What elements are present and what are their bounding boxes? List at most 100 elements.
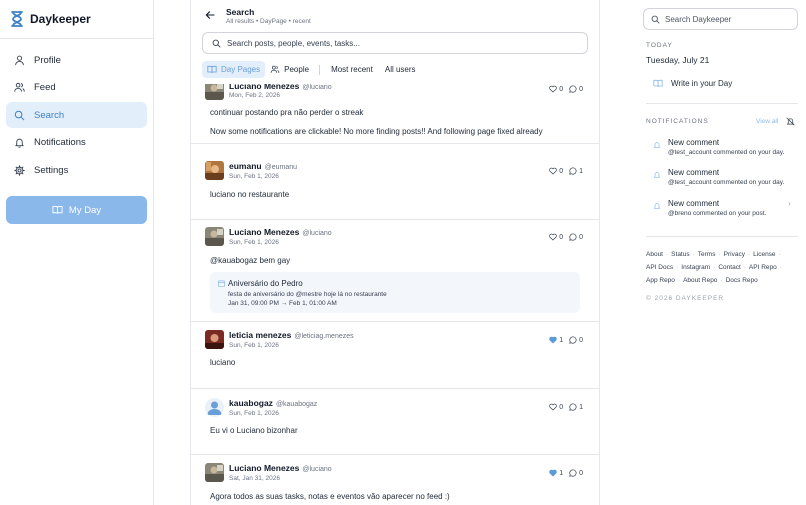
notification-item[interactable]: New comment @breno commented on your pos… bbox=[646, 199, 798, 227]
footer-link-privacy[interactable]: Privacy bbox=[724, 251, 745, 258]
post-stats: 1 0 bbox=[549, 469, 583, 477]
feed-header: Search All results • DayPage • recent Da… bbox=[191, 0, 599, 84]
tab-people[interactable]: People bbox=[265, 61, 314, 78]
sidebar-item-label: Settings bbox=[34, 164, 69, 176]
search-tabs: Day Pages People Most recent All users bbox=[202, 61, 422, 78]
heart-icon bbox=[549, 233, 557, 241]
comment-button[interactable]: 1 bbox=[569, 403, 583, 411]
comment-icon bbox=[569, 336, 577, 344]
notification-title: New comment bbox=[668, 168, 720, 177]
notification-body: @test_account commented on your day. bbox=[668, 179, 785, 186]
footer-link-about[interactable]: About bbox=[646, 251, 663, 258]
page-title: Search bbox=[226, 7, 255, 17]
heart-icon bbox=[549, 403, 557, 411]
view-all-link[interactable]: View all bbox=[756, 118, 778, 125]
footer-link-terms[interactable]: Terms bbox=[698, 251, 716, 258]
rail-search-bar bbox=[643, 8, 798, 30]
post-author[interactable]: leticia menezes @leticiag.menezes bbox=[229, 330, 354, 340]
like-button[interactable]: 0 bbox=[549, 167, 563, 175]
post-author[interactable]: eumanu @eumanu bbox=[229, 161, 297, 171]
post-card[interactable]: leticia menezes @leticiag.menezes Sun, Fe… bbox=[191, 322, 599, 389]
like-button[interactable]: 0 bbox=[549, 403, 563, 411]
like-button[interactable]: 1 bbox=[549, 336, 563, 344]
sidebar-item-feed[interactable]: Feed bbox=[6, 75, 147, 101]
avatar[interactable] bbox=[205, 227, 224, 246]
event-description: festa de aniversário do @mestre hoje lá … bbox=[228, 291, 387, 298]
post-date: Sun, Feb 1, 2026 bbox=[229, 410, 279, 417]
brand[interactable]: Daykeeper bbox=[10, 10, 91, 28]
tab-day-pages[interactable]: Day Pages bbox=[202, 61, 266, 78]
post-handle: @luciano bbox=[302, 84, 332, 91]
event-card[interactable]: Aniversário do Pedro festa de aniversári… bbox=[210, 272, 580, 313]
sidebar-item-profile[interactable]: Profile bbox=[6, 47, 147, 73]
avatar[interactable] bbox=[205, 398, 224, 417]
footer-link-docs-repo[interactable]: Docs Repo bbox=[726, 277, 758, 284]
post-card[interactable]: eumanu @eumanu Sun, Feb 1, 2026 0 1 lucia… bbox=[191, 144, 599, 220]
arrow-left-icon bbox=[205, 10, 215, 20]
sidebar-item-notifications[interactable]: Notifications bbox=[6, 130, 147, 156]
comment-button[interactable]: 0 bbox=[569, 469, 583, 477]
search-input[interactable] bbox=[227, 38, 567, 48]
avatar[interactable] bbox=[205, 330, 224, 349]
search-icon bbox=[14, 110, 25, 121]
post-author[interactable]: Luciano Menezes @luciano bbox=[229, 227, 332, 237]
comment-icon bbox=[569, 85, 577, 93]
like-count: 0 bbox=[559, 167, 564, 175]
comment-count: 0 bbox=[579, 469, 583, 477]
footer-link-api-repo[interactable]: API Repo bbox=[749, 264, 777, 271]
post-card[interactable]: Luciano Menezes @luciano Sat, Jan 31, 202… bbox=[191, 455, 599, 505]
notification-item[interactable]: New comment @test_account commented on y… bbox=[646, 168, 798, 196]
sidebar-item-label: Search bbox=[34, 109, 65, 121]
bell-off-icon[interactable] bbox=[786, 117, 795, 126]
comment-button[interactable]: 0 bbox=[569, 233, 583, 241]
users-icon bbox=[14, 82, 25, 93]
comment-button[interactable]: 0 bbox=[569, 336, 583, 344]
footer-link-about-repo[interactable]: About Repo bbox=[683, 277, 717, 284]
write-in-day-button[interactable]: Write in your Day bbox=[646, 73, 798, 93]
like-button[interactable]: 0 bbox=[549, 233, 563, 241]
footer-link-app-repo[interactable]: App Repo bbox=[646, 277, 675, 284]
post-date: Sun, Feb 1, 2026 bbox=[229, 173, 279, 180]
footer-link-status[interactable]: Status bbox=[671, 251, 689, 258]
comment-button[interactable]: 0 bbox=[569, 85, 583, 93]
comment-button[interactable]: 1 bbox=[569, 167, 583, 175]
avatar[interactable] bbox=[205, 463, 224, 482]
tab-most-recent[interactable]: Most recent bbox=[325, 61, 379, 78]
sidebar: Daykeeper Profile Feed Search Notificati… bbox=[0, 0, 154, 505]
search-icon bbox=[651, 15, 660, 24]
sidebar-item-settings[interactable]: Settings bbox=[6, 157, 147, 183]
bell-icon bbox=[653, 202, 661, 210]
post-handle: @kauabogaz bbox=[275, 401, 318, 408]
like-button[interactable]: 1 bbox=[549, 469, 563, 477]
footer-link-api-docs[interactable]: API Docs bbox=[646, 264, 673, 271]
sidebar-divider bbox=[0, 38, 153, 39]
hourglass-logo-icon bbox=[10, 11, 24, 27]
post-card[interactable]: kauabogaz @kauabogaz Sun, Feb 1, 2026 0 1… bbox=[191, 389, 599, 455]
my-day-button[interactable]: My Day bbox=[6, 196, 147, 224]
back-button[interactable] bbox=[205, 10, 215, 20]
gear-icon bbox=[14, 165, 25, 176]
page-subtitle: All results • DayPage • recent bbox=[226, 18, 311, 25]
post-author[interactable]: Luciano Menezes @luciano bbox=[229, 463, 332, 473]
footer-link-instagram[interactable]: Instagram bbox=[681, 264, 710, 271]
bell-icon bbox=[14, 137, 25, 149]
post-card[interactable]: Luciano Menezes @luciano Mon, Feb 2, 2026… bbox=[191, 77, 599, 144]
footer-link-contact[interactable]: Contact bbox=[718, 264, 740, 271]
sidebar-item-search[interactable]: Search bbox=[6, 102, 147, 129]
footer-link-license[interactable]: License bbox=[753, 251, 775, 258]
notification-item[interactable]: New comment @test_account commented on y… bbox=[646, 138, 798, 166]
event-time: Jan 31, 09:00 PM → Feb 1, 01:00 AM bbox=[228, 300, 337, 307]
post-card[interactable]: Luciano Menezes @luciano Sun, Feb 1, 2026… bbox=[191, 220, 599, 322]
comment-icon bbox=[569, 233, 577, 241]
comment-count: 1 bbox=[579, 403, 583, 411]
like-button[interactable]: 0 bbox=[549, 85, 563, 93]
comment-count: 0 bbox=[579, 336, 583, 344]
comment-count: 1 bbox=[579, 167, 583, 175]
tab-all-users[interactable]: All users bbox=[379, 61, 422, 78]
heart-icon bbox=[549, 85, 557, 93]
post-author[interactable]: kauabogaz @kauabogaz bbox=[229, 398, 317, 408]
notification-title: New comment bbox=[668, 138, 720, 147]
avatar[interactable] bbox=[205, 161, 224, 180]
rail-search-input[interactable] bbox=[665, 14, 790, 24]
post-list: Luciano Menezes @luciano Mon, Feb 2, 2026… bbox=[191, 80, 599, 505]
